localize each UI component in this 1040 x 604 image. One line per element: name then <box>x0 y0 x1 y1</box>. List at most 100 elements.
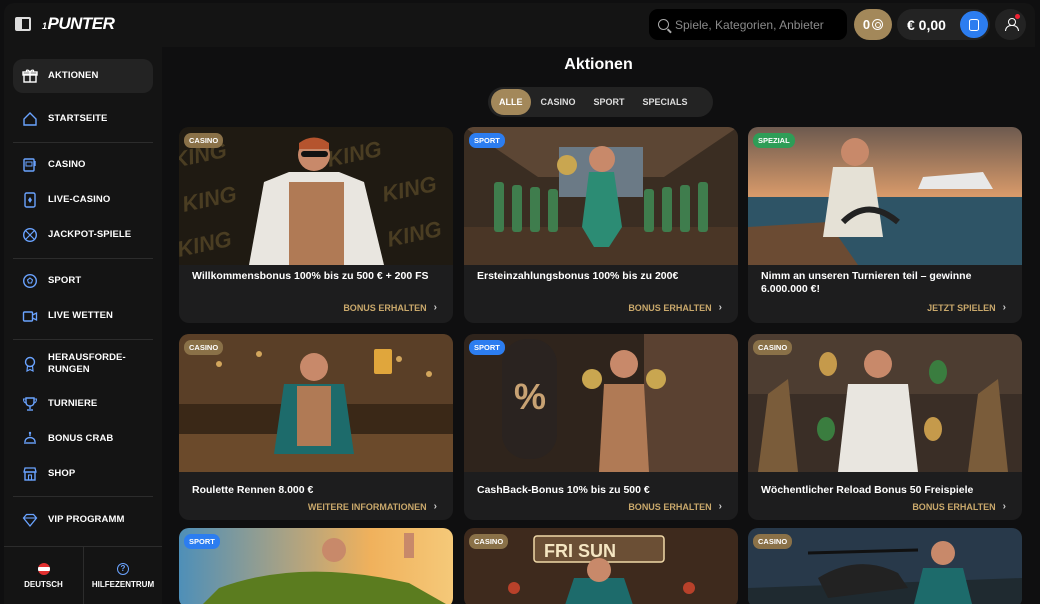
question-icon: ? <box>117 562 129 575</box>
promo-cta-link[interactable]: BONUS ERHALTEN › <box>628 501 722 512</box>
promo-cta-link[interactable]: BONUS ERHALTEN › <box>912 501 1006 512</box>
sidebar-toggle-icon[interactable] <box>15 17 31 31</box>
wallet-icon <box>969 18 979 31</box>
coins-button[interactable]: 0 <box>854 9 892 40</box>
sidebar: AKTIONEN STARTSEITE CASINO LIVE-CASINO J… <box>4 47 162 604</box>
promo-cta-link[interactable]: WEITERE INFORMATIONEN › <box>308 501 437 512</box>
sidebar-item-herausforderungen[interactable]: HERAUSFORDE- RUNGEN <box>13 346 153 382</box>
trophy-icon <box>22 397 38 411</box>
cta-label: BONUS ERHALTEN <box>628 302 712 313</box>
category-badge: SPORT <box>184 534 220 549</box>
help-center-button[interactable]: ? HILFEZENTRUM <box>83 547 162 604</box>
promo-title: Nimm an unseren Turnieren teil – gewinne… <box>761 270 972 295</box>
sidebar-item-sport[interactable]: SPORT <box>13 264 153 298</box>
tab-casino[interactable]: CASINO <box>533 89 584 115</box>
percent-sign: % <box>514 376 546 417</box>
sidebar-divider <box>13 339 153 340</box>
page-title: Aktionen <box>564 56 633 73</box>
promo-cta-link[interactable]: BONUS ERHALTEN › <box>343 302 437 313</box>
promo-card[interactable]: SPORT <box>179 528 453 604</box>
chevron-right-icon: › <box>433 302 437 313</box>
promo-cta-link[interactable]: JETZT SPIELEN › <box>927 302 1006 313</box>
sidebar-item-label: VIP PROGRAMM <box>48 514 125 525</box>
sidebar-item-label: TURNIERE <box>48 398 98 409</box>
promo-image-king: KING KING KING KING KING KING <box>179 127 453 265</box>
sidebar-item-aktionen[interactable]: AKTIONEN <box>13 59 153 93</box>
promo-card[interactable]: CASINO <box>748 528 1022 604</box>
search-icon <box>658 19 669 30</box>
tab-specials[interactable]: SPECIALS <box>635 89 696 115</box>
promo-card[interactable]: CASINO Wöchentlicher Reload Bonus 50 Fre… <box>748 334 1022 520</box>
logo[interactable]: 1 PUNTER <box>42 14 115 34</box>
shop-icon <box>23 467 37 481</box>
category-badge: CASINO <box>469 534 509 549</box>
category-badge: CASINO <box>753 534 793 549</box>
chevron-right-icon: › <box>718 302 722 313</box>
sidebar-item-label: CASINO <box>48 159 86 170</box>
promo-card[interactable]: CASINO Roulette Rennen 8.000 € WEITERE I… <box>179 334 453 520</box>
tab-sport[interactable]: SPORT <box>586 89 633 115</box>
sidebar-item-label: STARTSEITE <box>48 113 108 124</box>
football-icon <box>22 273 38 289</box>
promo-image-beer <box>179 334 453 472</box>
cta-label: WEITERE INFORMATIONEN <box>307 501 427 512</box>
promo-image-boxing: % <box>464 334 738 472</box>
sidebar-item-bonus-crab[interactable]: BONUS CRAB <box>13 422 153 456</box>
category-badge: CASINO <box>753 340 793 355</box>
logo-prefix: 1 <box>42 21 47 31</box>
sidebar-item-live-casino[interactable]: LIVE-CASINO <box>13 183 153 217</box>
slot-machine-icon <box>23 158 36 172</box>
balance-amount: € 0,00 <box>907 16 946 33</box>
sidebar-item-shop[interactable]: SHOP <box>13 457 153 491</box>
search-input[interactable] <box>675 17 835 32</box>
user-icon <box>1004 18 1019 31</box>
sidebar-item-label: LIVE WETTEN <box>48 310 113 321</box>
promo-card[interactable]: FRI SUN CASINO <box>464 528 738 604</box>
promo-card[interactable]: KING KING KING KING KING KING CASINO Wil… <box>179 127 453 323</box>
sidebar-item-turniere[interactable]: TURNIERE <box>13 387 153 421</box>
fri-sun-sign: FRI SUN <box>544 541 616 561</box>
sidebar-item-label: JACKPOT-SPIELE <box>48 229 132 240</box>
notification-dot <box>1015 14 1020 19</box>
sidebar-item-live-wetten[interactable]: LIVE WETTEN <box>13 299 153 333</box>
app-window: 1 PUNTER 0 € 0,00 AKTIONEN S <box>4 3 1035 604</box>
cta-label: BONUS ERHALTEN <box>912 501 996 512</box>
help-label: HILFEZENTRUM <box>91 579 155 589</box>
chevron-right-icon: › <box>718 501 722 512</box>
sidebar-footer: DEUTSCH ? HILFEZENTRUM <box>4 546 162 604</box>
language-button[interactable]: DEUTSCH <box>4 547 83 604</box>
category-badge: SPORT <box>469 340 505 355</box>
gift-icon <box>22 69 38 83</box>
diamond-icon <box>22 513 38 528</box>
sidebar-item-vip[interactable]: VIP PROGRAMM <box>13 503 153 537</box>
promo-image-car <box>179 528 453 604</box>
promo-card[interactable]: SPEZIAL Nimm an unseren Turnieren teil –… <box>748 127 1022 323</box>
coin-icon <box>872 19 884 30</box>
challenge-icon <box>24 356 36 372</box>
user-button[interactable] <box>995 9 1026 40</box>
promo-cta-link[interactable]: BONUS ERHALTEN › <box>628 302 722 313</box>
promo-card[interactable]: SPORT Ersteinzahlungsbonus 100% bis zu 2… <box>464 127 738 323</box>
sidebar-item-label: SPORT <box>48 275 82 286</box>
search-box[interactable] <box>649 9 847 40</box>
logo-text: PUNTER <box>47 14 115 33</box>
tab-alle[interactable]: ALLE <box>491 89 531 115</box>
live-camera-icon <box>22 311 38 322</box>
promo-title: Willkommensbonus 100% bis zu 500 € + 200… <box>192 270 429 282</box>
cta-label: BONUS ERHALTEN <box>343 302 427 313</box>
chevron-right-icon: › <box>433 501 437 512</box>
promo-card[interactable]: % SPORT CashBack-Bonus 10% bis zu 500 € … <box>464 334 738 520</box>
chevron-right-icon: › <box>1002 501 1006 512</box>
sidebar-item-startseite[interactable]: STARTSEITE <box>13 102 153 136</box>
promo-title: Ersteinzahlungsbonus 100% bis zu 200€ <box>477 270 679 282</box>
deposit-button[interactable] <box>960 11 988 38</box>
crab-icon <box>24 431 36 444</box>
promo-title: Roulette Rennen 8.000 € <box>192 484 314 496</box>
sidebar-item-label: HERAUSFORDE- RUNGEN <box>48 352 126 375</box>
sidebar-item-jackpot[interactable]: JACKPOT-SPIELE <box>13 218 153 252</box>
balance-pill[interactable]: € 0,00 <box>897 9 990 40</box>
promo-image-bowling <box>464 127 738 265</box>
jackpot-icon <box>22 227 38 243</box>
sidebar-item-label: SHOP <box>48 468 76 479</box>
sidebar-item-casino[interactable]: CASINO <box>13 148 153 182</box>
